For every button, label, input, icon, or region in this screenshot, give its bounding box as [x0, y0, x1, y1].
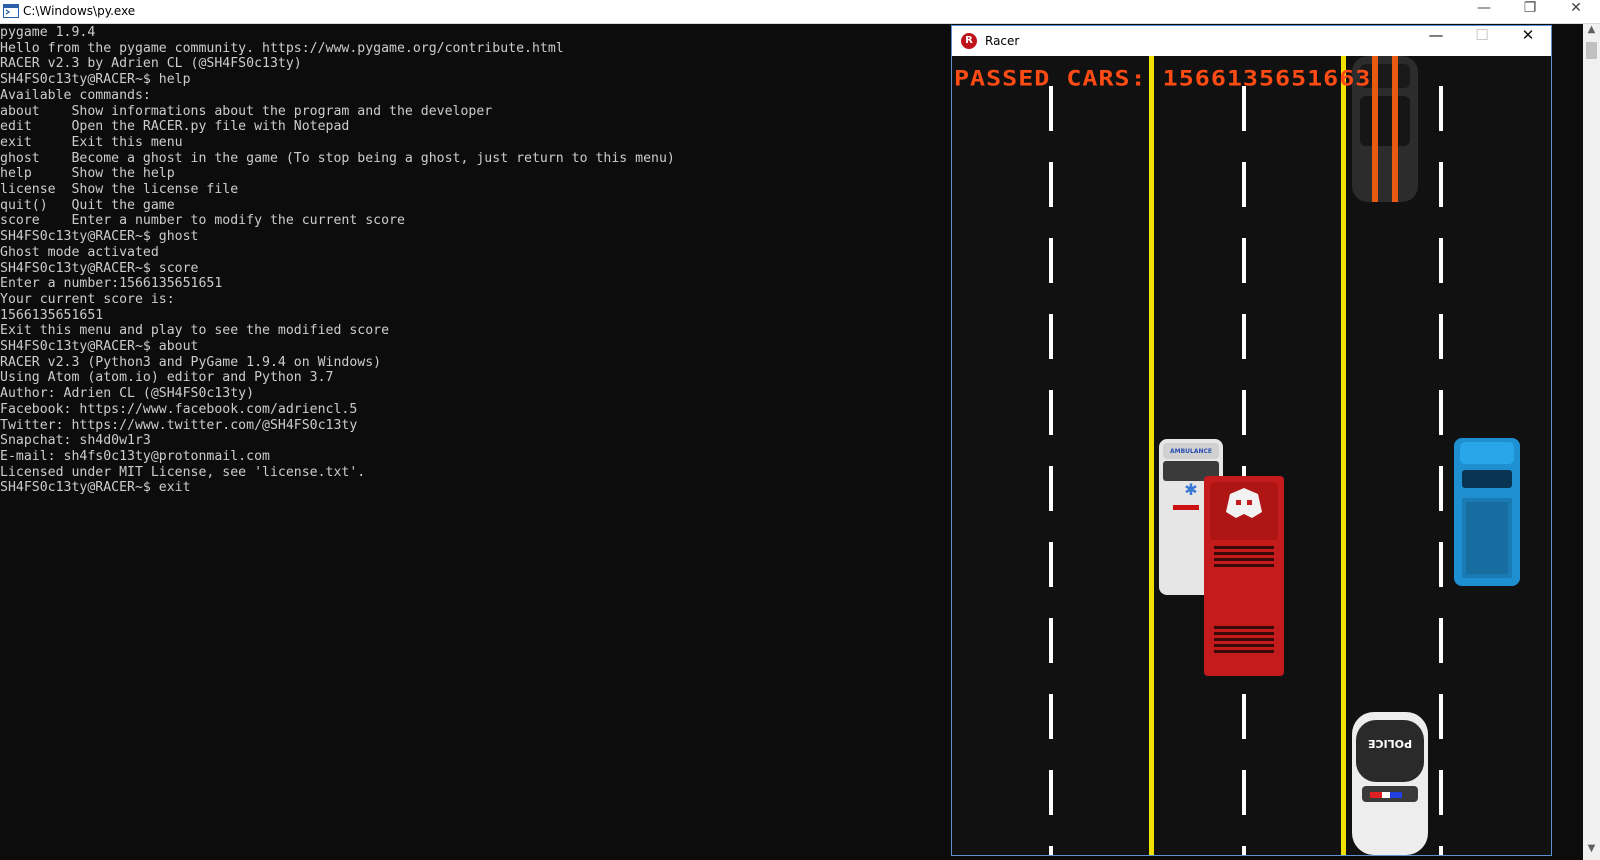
- svg-text:POLICE: POLICE: [1368, 737, 1412, 750]
- lane-dash: [1439, 694, 1443, 739]
- lane-dash: [1049, 390, 1053, 435]
- police-car: POLICE: [1352, 712, 1428, 855]
- console-line: Enter a number:1566135651651: [0, 276, 223, 292]
- console-line: about Show informations about the progra…: [0, 103, 493, 119]
- console-line: Snapchat: sh4d0w1r3: [0, 433, 151, 449]
- pickup-truck-blue: [1454, 438, 1520, 586]
- console-line: SH4FS0c13ty@RACER~$ exit: [0, 480, 191, 496]
- console-line: E-mail: sh4fs0c13ty@protonmail.com: [0, 448, 270, 464]
- console-line: SH4FS0c13ty@RACER~$ ghost: [0, 229, 199, 245]
- lane-dash: [1242, 846, 1246, 855]
- lane-line-yellow-left: [1149, 56, 1154, 855]
- console-line: Available commands:: [0, 87, 151, 103]
- scroll-thumb[interactable]: [1586, 42, 1597, 59]
- racer-titlebar[interactable]: R Racer — ☐ ✕: [952, 26, 1551, 56]
- console-line: Facebook: https://www.facebook.com/adrie…: [0, 401, 358, 417]
- lane-dash: [1049, 618, 1053, 663]
- lane-dash: [1439, 314, 1443, 359]
- svg-text:✱: ✱: [1184, 480, 1197, 499]
- lane-line-yellow-right: [1341, 56, 1346, 855]
- console-scrollbar[interactable]: ▲ ▼: [1583, 24, 1600, 860]
- lane-dash: [1242, 770, 1246, 815]
- passed-cars-score: Passed cars: 1566135651663: [954, 66, 1372, 91]
- racer-app-icon: R: [961, 33, 977, 49]
- console-line: exit Exit this menu: [0, 134, 183, 150]
- racer-minimize-button[interactable]: —: [1413, 26, 1459, 56]
- lane-dash: [1242, 390, 1246, 435]
- game-canvas[interactable]: AMBULANCE ✱ POLICE PASSED CARS: 15661356…: [952, 56, 1551, 855]
- console-window-icon: [3, 4, 19, 18]
- console-line: SH4FS0c13ty@RACER~$ score: [0, 260, 199, 276]
- lane-dash: [1242, 314, 1246, 359]
- console-line: ghost Become a ghost in the game (To sto…: [0, 150, 675, 166]
- lane-dash: [1439, 466, 1443, 511]
- console-line: edit Open the RACER.py file with Notepad: [0, 119, 350, 135]
- console-output[interactable]: pygame 1.9.4 Hello from the pygame commun…: [0, 24, 946, 860]
- lane-dash: [1049, 542, 1053, 587]
- lane-dash: [1049, 314, 1053, 359]
- console-line: RACER v2.3 (Python3 and PyGame 1.9.4 on …: [0, 354, 382, 370]
- console-line: RACER v2.3 by Adrien CL (@SH4FS0c13ty): [0, 56, 302, 72]
- racer-window-title: Racer: [985, 34, 1020, 48]
- console-line: quit() Quit the game: [0, 197, 175, 213]
- lane-dash: [1049, 238, 1053, 283]
- lane-dash: [1049, 770, 1053, 815]
- console-line: SH4FS0c13ty@RACER~$ about: [0, 339, 199, 354]
- console-line: Using Atom (atom.io) editor and Python 3…: [0, 370, 334, 386]
- lane-dash: [1439, 770, 1443, 815]
- lane-dash: [1242, 86, 1246, 131]
- lane-dash: [1439, 162, 1443, 207]
- console-close-button[interactable]: ✕: [1553, 0, 1599, 23]
- console-line: Author: Adrien CL (@SH4FS0c13ty): [0, 386, 255, 402]
- console-line: Hello from the pygame community. https:/…: [0, 40, 564, 56]
- console-line: Twitter: https://www.twitter.com/@SH4FS0…: [0, 417, 358, 433]
- lane-dash: [1439, 86, 1443, 131]
- console-line: license Show the license file: [0, 182, 239, 197]
- racer-close-button[interactable]: ✕: [1505, 26, 1551, 56]
- console-line: SH4FS0c13ty@RACER~$ help: [0, 72, 191, 88]
- console-window-title: C:\Windows\py.exe: [23, 4, 136, 18]
- console-line: Licensed under MIT License, see 'license…: [0, 464, 366, 480]
- console-line: pygame 1.9.4: [0, 25, 96, 40]
- console-line: Your current score is:: [0, 291, 175, 307]
- console-line: Ghost mode activated: [0, 244, 159, 260]
- scroll-down-arrow-icon[interactable]: ▼: [1583, 843, 1600, 860]
- lane-dash: [1439, 618, 1443, 663]
- console-line: 1566135651651: [0, 307, 104, 323]
- lane-dash: [1439, 542, 1443, 587]
- lane-dash: [1049, 466, 1053, 511]
- lane-dash: [1049, 694, 1053, 739]
- lane-dash: [1049, 162, 1053, 207]
- console-line: Exit this menu and play to see the modif…: [0, 323, 390, 339]
- scroll-up-arrow-icon[interactable]: ▲: [1583, 24, 1600, 41]
- console-titlebar: C:\Windows\py.exe — ❐ ✕: [0, 0, 1600, 24]
- console-minimize-button[interactable]: —: [1461, 0, 1507, 23]
- lane-dash: [1242, 694, 1246, 739]
- lane-dash: [1439, 238, 1443, 283]
- player-car-red: [1204, 476, 1284, 676]
- racer-window: R Racer — ☐ ✕ AMBULANCE ✱ POLICE PASSED …: [951, 25, 1552, 856]
- lane-dash: [1049, 846, 1053, 855]
- lane-dash: [1242, 162, 1246, 207]
- console-line: score Enter a number to modify the curre…: [0, 213, 405, 229]
- racer-maximize-button: ☐: [1475, 26, 1489, 44]
- console-line: help Show the help: [0, 166, 175, 182]
- lane-dash: [1439, 846, 1443, 855]
- lane-dash: [1049, 86, 1053, 131]
- lane-dash: [1242, 238, 1246, 283]
- lane-dash: [1439, 390, 1443, 435]
- console-restore-button[interactable]: ❐: [1507, 0, 1553, 23]
- svg-text:AMBULANCE: AMBULANCE: [1170, 448, 1212, 455]
